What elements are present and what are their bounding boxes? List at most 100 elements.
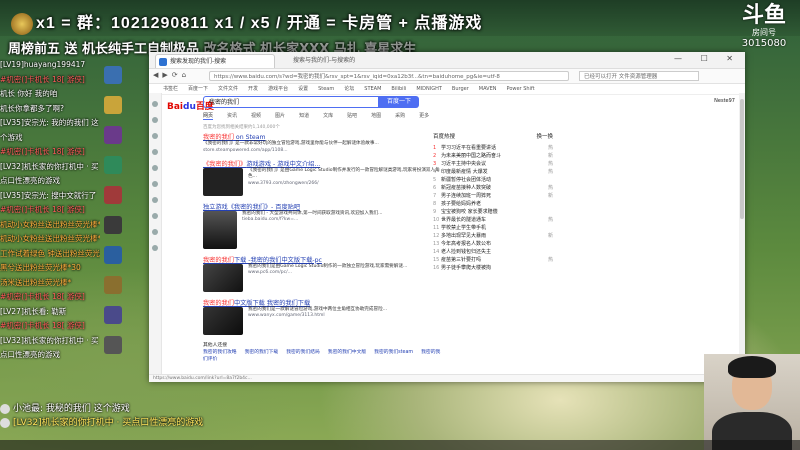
hot-item[interactable]: 10 世界最长的隧道通车 热 [433, 216, 553, 224]
hot-item[interactable]: 7 男子连续加班一周猝死 新 [433, 192, 553, 200]
hot-item[interactable]: 8 孩子要给妈妈养老 [433, 200, 553, 208]
related-link[interactable]: 我密的我们中文版 [328, 350, 366, 355]
user-name[interactable]: Neste97 [714, 98, 735, 104]
result-title[interactable]: 我密的我们下载 -我密的我们中文版下载-pc [203, 255, 443, 264]
result-title[interactable]: 我密的我们中文版下载 我密的我们下载 [203, 298, 443, 307]
bookmark-item[interactable]: STEAM [364, 86, 381, 92]
desktop-app-icon[interactable] [104, 156, 122, 174]
hot-item[interactable]: 15 疫苗第三针要打吗 热 [433, 256, 553, 264]
search-tab[interactable]: 网页 [203, 113, 214, 120]
hot-item[interactable]: 2 为未来美丽中国之路而奋斗 新 [433, 152, 553, 160]
result-url[interactable]: www.pc6.com/pc/... [248, 270, 407, 275]
related-link[interactable]: 我密的我们下载 [245, 350, 279, 355]
hot-tag [539, 176, 553, 184]
result-title[interactable]: 《我密的我们》游戏游戏 - 游戏中文介绍... [203, 159, 443, 168]
desktop-app-icon[interactable] [104, 96, 122, 114]
search-button[interactable]: 百度一下 [379, 96, 419, 108]
search-tab[interactable]: 视频 [251, 113, 261, 119]
search-tab[interactable]: 地图 [371, 113, 381, 119]
sidebar-icon[interactable] [152, 149, 158, 155]
result-url[interactable]: www.wanyx.com/game/3113.html [248, 313, 387, 318]
sidebar-icon[interactable] [152, 197, 158, 203]
related-link[interactable]: 我密的我们steam [374, 350, 413, 355]
hot-item[interactable]: 9 宝宝被狗咬 家长要求赔偿 [433, 208, 553, 216]
result-url[interactable]: www.3793.com/zhongwen/266/ [248, 181, 443, 186]
result-title[interactable]: 独立游戏《我密的我们》- 百度贴吧 [203, 202, 443, 211]
hot-item[interactable]: 4 印度最新疫情 大爆发 热 [433, 168, 553, 176]
hot-item[interactable]: 14 老人捡到钱包归还失主 [433, 248, 553, 256]
desktop-app-icon[interactable] [104, 246, 122, 264]
sidebar-icon[interactable] [152, 213, 158, 219]
desktop-app-icon[interactable] [104, 186, 122, 204]
hot-item[interactable]: 12 多地出现罕见大暴雨 新 [433, 232, 553, 240]
bookmark-item[interactable]: 开发 [248, 86, 258, 92]
result-url[interactable]: tieba.baidu.com/f?kw=... [242, 217, 383, 222]
search-tab[interactable]: 贴吧 [347, 113, 357, 119]
hot-item[interactable]: 16 男子徒手攀爬大楼被拘 [433, 264, 553, 272]
bookmark-item[interactable]: 设置 [298, 86, 308, 92]
search-tab[interactable]: 知道 [299, 113, 309, 119]
result-thumbnail[interactable] [203, 167, 243, 196]
baidu-logo-red: Bai [167, 102, 184, 112]
tab-other[interactable]: 搜索与我的们-与搜索的 [279, 55, 389, 67]
bookmark-item[interactable]: 论坛 [344, 86, 354, 92]
result-thumbnail[interactable] [203, 306, 243, 335]
bookmark-item[interactable]: MAVEN [479, 86, 497, 92]
sidebar-icon[interactable] [152, 165, 158, 171]
bookmark-item[interactable]: 游戏平台 [268, 86, 288, 92]
bookmark-item[interactable]: Steam [318, 86, 334, 92]
hot-refresh-button[interactable]: 换一换 [536, 132, 553, 140]
desktop-app-icon[interactable] [104, 276, 122, 294]
bookmark-item[interactable]: 书签栏 [163, 86, 178, 92]
result-title-rest: on Steam [233, 134, 266, 141]
search-tab[interactable]: 资讯 [227, 113, 237, 119]
result-thumbnail[interactable] [203, 263, 243, 292]
hot-rank: 10 [433, 217, 440, 223]
tab-active[interactable]: 搜索发现的我们-搜索 [155, 54, 275, 68]
sidebar-icon[interactable] [152, 245, 158, 251]
search-tab[interactable]: 采购 [395, 113, 405, 119]
result-thumbnail[interactable] [203, 210, 237, 249]
address-bar[interactable]: https://www.baidu.com/s?wd=我密的我们&rsv_spt… [209, 71, 569, 81]
bookmark-item[interactable]: Burger [452, 86, 469, 92]
chat-message-text: 小池最: 我秘的我们 这个游戏 [13, 404, 130, 414]
nav-buttons[interactable]: ◀▶⟳⌂ [153, 71, 190, 79]
hot-item[interactable]: 13 今年高考报名人数公布 [433, 240, 553, 248]
hot-title: 学校禁止学生带手机 [441, 225, 487, 231]
sidebar-icon[interactable] [152, 181, 158, 187]
desktop-app-icon[interactable] [104, 336, 122, 354]
window-controls[interactable]: — ☐ ✕ [674, 54, 741, 63]
hot-item[interactable]: 5 新疆暂停社会团体活动 [433, 176, 553, 184]
chat-message: 汤米送出粉丝荧光棒* [0, 277, 72, 287]
search-tab[interactable]: 图片 [275, 113, 285, 119]
bookmark-item[interactable]: MIDNIGHT [416, 86, 442, 92]
related-link[interactable]: 我密的我们结局 [286, 350, 320, 355]
search-input[interactable]: 我密的我们 [203, 96, 379, 108]
bookmark-item[interactable]: 百度一下 [188, 86, 208, 92]
result-title[interactable]: 我密的我们 on Steam [203, 132, 443, 141]
sidebar-icon[interactable] [152, 229, 158, 235]
scrollbar[interactable] [739, 93, 745, 382]
hot-item[interactable]: 11 学校禁止学生带手机 [433, 224, 553, 232]
bookmark-item[interactable]: 文件文件 [218, 86, 238, 92]
scrollbar-thumb[interactable] [740, 99, 744, 219]
sidebar-icon[interactable] [152, 133, 158, 139]
sidebar-icon[interactable] [152, 117, 158, 123]
bookmark-item[interactable]: Power Shift [507, 86, 535, 92]
hot-item[interactable]: 1 学习习近平在看重要讲话 热 [433, 144, 553, 152]
desktop-app-icon[interactable] [104, 306, 122, 324]
bookmark-item[interactable]: Bilibili [391, 86, 406, 92]
search-tab[interactable]: 文库 [323, 113, 333, 119]
hot-rank: 1 [433, 145, 437, 151]
toolbar-search-box[interactable]: 已经可以打开 文件资源管理器 [579, 71, 699, 81]
result-url[interactable]: store.steampowered.com/app/1108... [203, 148, 443, 153]
desktop-app-icon[interactable] [104, 126, 122, 144]
hot-item[interactable]: 3 习近平主持中央会议 热 [433, 160, 553, 168]
desktop-app-icon[interactable] [104, 216, 122, 234]
related-link[interactable]: 我密的我们攻略 [203, 350, 237, 355]
search-tab[interactable]: 更多 [419, 113, 429, 119]
desktop-app-icon[interactable] [104, 66, 122, 84]
hot-item[interactable]: 6 新冠疫苗接种人数突破 热 [433, 184, 553, 192]
sidebar-icon[interactable] [152, 101, 158, 107]
hot-search-list: 1 学习习近平在看重要讲话热 2 为未来美丽中国之路而奋斗新 3 习近平主持中央会议热 4 印… [433, 144, 553, 272]
